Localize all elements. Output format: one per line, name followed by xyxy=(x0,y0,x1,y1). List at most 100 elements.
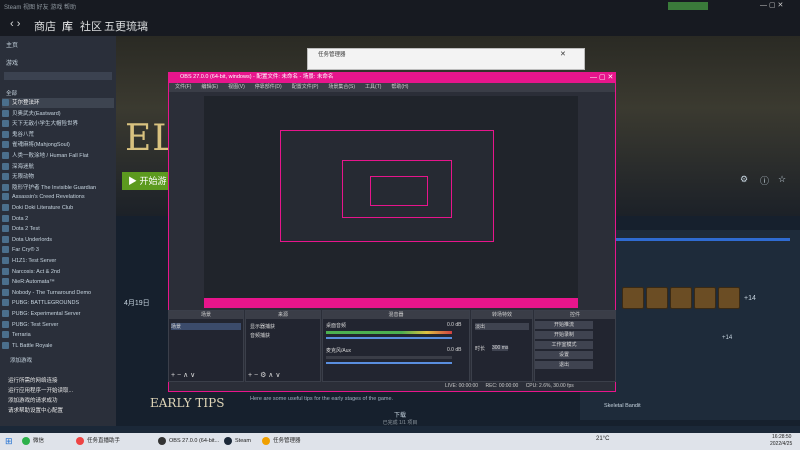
source-item[interactable]: 音频捕获 xyxy=(250,332,270,339)
weather-text[interactable]: 21°C xyxy=(596,436,609,442)
taskbar-app[interactable]: OBS 27.0.0 (64-bit... xyxy=(158,435,219,448)
achievement-icon[interactable] xyxy=(646,287,668,309)
obs-control-button[interactable]: 设置 xyxy=(535,351,593,359)
window-controls[interactable]: — ▢ ✕ xyxy=(760,1,783,9)
library-item[interactable]: Doki Doki Literature Club xyxy=(2,204,114,214)
transition-duration-input[interactable]: 300 ms xyxy=(492,345,509,351)
obs-window-controls[interactable]: — ▢ ✕ xyxy=(590,73,613,81)
obs-menu-item[interactable]: 场景集合(S) xyxy=(328,84,355,90)
library-item[interactable]: PUBG: Experimental Server xyxy=(2,310,114,320)
taskbar-app[interactable]: 任务直播助手 xyxy=(76,435,120,448)
obs-preview[interactable] xyxy=(204,96,578,308)
obs-menu-item[interactable]: 编辑(E) xyxy=(201,84,218,90)
steam-menu[interactable]: Steam 视图 好友 游戏 帮助 xyxy=(4,2,76,11)
library-item[interactable]: 深海迷航 xyxy=(2,162,114,172)
library-item[interactable]: 鬼谷八荒 xyxy=(2,130,114,140)
library-item[interactable]: 隐形守护者 The Invisible Guardian xyxy=(2,183,114,193)
library-item[interactable]: Assassin's Creed Revelations xyxy=(2,193,114,203)
add-game-button[interactable]: 添加游戏 xyxy=(10,356,32,364)
game-icon xyxy=(2,109,9,117)
library-item[interactable]: PUBG: BATTLEGROUNDS xyxy=(2,299,114,309)
windows-start-icon[interactable]: ⊞ xyxy=(5,436,13,447)
app-icon xyxy=(22,436,30,445)
sidebar-filter[interactable]: 游戏 xyxy=(6,58,18,67)
library-item[interactable]: 艾尔登法环 xyxy=(2,98,114,108)
library-item[interactable]: 人类一败涂地 / Human Fall Flat xyxy=(2,151,114,161)
transition-select[interactable]: 淡出 xyxy=(475,323,529,330)
back-icon[interactable]: ‹ › xyxy=(10,18,20,30)
info-icon[interactable]: ⓘ xyxy=(760,174,769,187)
library-item[interactable]: Dota 2 Test xyxy=(2,225,114,235)
obs-menu-item[interactable]: 停靠部件(D) xyxy=(255,84,282,90)
preview-nested-window-3 xyxy=(370,176,428,206)
sidebar-search-input[interactable] xyxy=(4,72,112,80)
library-item[interactable]: 贝奥武夫(Eastward) xyxy=(2,109,114,119)
obs-control-button[interactable]: 退出 xyxy=(535,361,593,369)
download-status[interactable]: 下载 已完成 1/1 项目 xyxy=(360,410,440,426)
obs-menu-item[interactable]: 视图(V) xyxy=(228,84,245,90)
library-item[interactable]: Nobody - The Turnaround Demo xyxy=(2,288,114,299)
library-item-label: PUBG: Experimental Server xyxy=(12,310,81,317)
source-item[interactable]: 显示器捕获 xyxy=(250,323,275,330)
obs-control-button[interactable]: 开始推流 xyxy=(535,321,593,329)
library-item[interactable]: 天下无敌小学生大帽险世界 xyxy=(2,119,114,129)
background-dialog xyxy=(307,48,585,70)
obs-menu-item[interactable]: 工具(T) xyxy=(365,84,381,90)
nav-community[interactable]: 社区 xyxy=(80,18,102,34)
library-item[interactable]: TL Battle Royale xyxy=(2,341,114,352)
library-item-label: 艾尔登法环 xyxy=(12,100,40,106)
clock-time[interactable]: 16:28:50 xyxy=(772,434,791,440)
library-item[interactable]: Dota 2 xyxy=(2,214,114,225)
achievement-icon[interactable] xyxy=(670,287,692,309)
library-item[interactable]: Dota Underlords xyxy=(2,235,114,246)
scenes-dock: 场景 场景 + − ∧ ∨ xyxy=(168,310,244,382)
taskbar-app[interactable]: Steam xyxy=(224,435,251,448)
achievement-icon[interactable] xyxy=(718,287,740,309)
library-item[interactable]: Far Cry® 3 xyxy=(2,246,114,256)
sidebar-home[interactable]: 主页 xyxy=(6,40,18,49)
game-icon xyxy=(2,310,9,317)
notification-badge[interactable] xyxy=(668,2,708,10)
achievements-more-2[interactable]: +14 xyxy=(722,335,732,341)
mixer-volume-slider[interactable] xyxy=(326,362,452,364)
early-tips-title[interactable]: EARLY TIPS xyxy=(150,396,224,410)
taskbar-app[interactable]: 微信 xyxy=(22,435,44,448)
library-item[interactable]: Narcosis: Act & 2nd xyxy=(2,267,114,278)
mixer-volume-slider[interactable] xyxy=(326,337,452,339)
nav-user[interactable]: 五更琉璃 xyxy=(104,18,148,34)
obs-menu-item[interactable]: 帮助(H) xyxy=(391,84,408,90)
mixer-dock: 混音器 桌面音频 0.0 dB 麦克风/Aux 0.0 dB xyxy=(322,310,470,382)
library-item[interactable]: H1Z1: Test Server xyxy=(2,257,114,267)
source-controls[interactable]: + − ⚙ ∧ ∨ xyxy=(248,371,280,379)
obs-menu-item[interactable]: 配置文件(P) xyxy=(292,84,319,90)
nav-store[interactable]: 商店 xyxy=(34,18,56,34)
rec-status: REC: 00:00:00 xyxy=(485,383,519,389)
scene-item[interactable]: 场景 xyxy=(171,323,241,330)
library-item[interactable]: 无限动物 xyxy=(2,172,114,182)
dialog-close-icon[interactable]: ✕ xyxy=(560,50,566,58)
library-item-label: TL Battle Royale xyxy=(12,342,53,349)
achievement-icon[interactable] xyxy=(622,287,644,309)
library-item[interactable]: PUBG: Test Server xyxy=(2,320,114,331)
gear-icon[interactable]: ⚙ xyxy=(740,174,748,185)
obs-control-button[interactable]: 开始录制 xyxy=(535,331,593,339)
achievements-more[interactable]: +14 xyxy=(744,295,756,302)
library-item[interactable]: Terraria xyxy=(2,331,114,341)
star-icon[interactable]: ☆ xyxy=(778,174,786,185)
taskbar-app-label: 任务管理器 xyxy=(273,438,301,444)
sources-dock-title: 来源 xyxy=(246,311,320,319)
taskbar-app[interactable]: 任务管理器 xyxy=(262,435,301,448)
library-item[interactable]: NieR:Automata™ xyxy=(2,278,114,288)
play-label: 开始游 xyxy=(139,176,167,186)
nav-library[interactable]: 库 xyxy=(62,18,73,34)
obs-menu-item[interactable]: 文件(F) xyxy=(175,84,191,90)
taskbar-app-label: 任务直播助手 xyxy=(87,438,121,444)
clock-date[interactable]: 2022/4/25 xyxy=(770,441,792,447)
library-item[interactable]: 雀魂麻将(MahjongSoul) xyxy=(2,140,114,150)
game-icon xyxy=(2,235,9,243)
achievement-icon[interactable] xyxy=(694,287,716,309)
scene-controls[interactable]: + − ∧ ∨ xyxy=(171,371,195,379)
notification-list: 运行所需的网络连接 运行应用程序一开始读取... 添加游戏的请求成功 请求帮助设… xyxy=(8,376,120,426)
library-item-label: Nobody - The Turnaround Demo xyxy=(12,289,92,296)
obs-control-button[interactable]: 工作室模式 xyxy=(535,341,593,349)
